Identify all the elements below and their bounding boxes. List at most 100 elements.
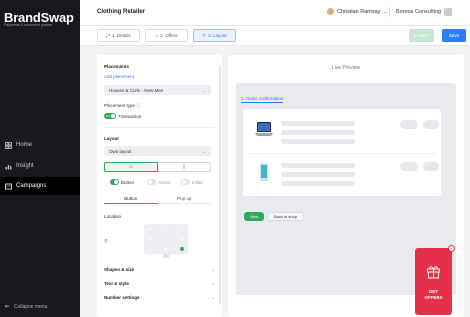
- location-point[interactable]: [149, 228, 151, 230]
- collapse-menu-button[interactable]: ⇤ Collapse menu: [5, 303, 48, 311]
- toggle-text: Pre: [106, 114, 111, 118]
- sidebar-item-label: Insight: [16, 163, 34, 169]
- sidebar-item-campaigns[interactable]: Campaigns: [0, 177, 80, 195]
- placement-type-toggle-row: Pre Transaction: [104, 113, 141, 119]
- get-offers-button[interactable]: × GET OFFERS: [415, 245, 455, 315]
- tab-popup[interactable]: Pop up: [157, 194, 211, 204]
- desktop-icon: ▭: [128, 164, 134, 170]
- location-point-selected[interactable]: [180, 247, 184, 251]
- product-detail-placeholder: [281, 130, 355, 135]
- inline-toggle[interactable]: [181, 179, 190, 185]
- top-bar: Clothing Retailer Christian Ramsay ⌄ Bor…: [80, 0, 470, 26]
- page-title: Clothing Retailer: [97, 9, 146, 15]
- org-icon[interactable]: [443, 8, 452, 16]
- start-button[interactable]: ▸ Start: [409, 29, 434, 42]
- sidebar: BrandSwap Payments & commerce partner Ho…: [0, 0, 80, 317]
- laptop-image: [253, 118, 275, 140]
- location-point[interactable]: [149, 238, 151, 240]
- button-toggle[interactable]: [110, 179, 119, 185]
- inline-toggle-row: Inline: [181, 179, 203, 185]
- sidebar-item-label: Campaigns: [16, 183, 47, 189]
- placement-select[interactable]: Hooves & Curls - New Men ⌄: [104, 85, 211, 95]
- text-style-title: Text & style: [104, 281, 129, 286]
- campaign-icon: [5, 183, 12, 190]
- user-name: Christian Ramsay: [337, 8, 381, 15]
- layout-select[interactable]: Own layout ⌄: [104, 146, 211, 156]
- chevron-down-icon: ⌄: [202, 87, 206, 93]
- live-preview-title: Live Preview: [331, 65, 361, 71]
- sidebar-item-home[interactable]: Home: [0, 136, 80, 154]
- tab-order-confirmation[interactable]: 1. Order confirmation: [241, 96, 284, 103]
- steps-bar: ⤢ 1. Details ⌂ 2. Offers ✎ 3. Layout ▸ S…: [80, 26, 470, 46]
- shapes-size-section[interactable]: Shapes & size ⌄: [104, 267, 215, 272]
- chevron-down-icon: ⌄: [211, 295, 215, 300]
- quantity-placeholder: [400, 120, 418, 129]
- divider: [389, 7, 390, 17]
- offer-icon: ⌂: [155, 33, 159, 38]
- text-style-section[interactable]: Text & style ⌄: [104, 281, 215, 286]
- back-to-shop-button[interactable]: Back to shop: [267, 212, 304, 221]
- placement-type-label: Placement type ⓘ: [104, 103, 141, 109]
- settings-panel: Placements Add placement Hooves & Curls …: [97, 55, 222, 317]
- panel-scrollbar[interactable]: [219, 65, 221, 305]
- product-detail-placeholder: [281, 172, 355, 177]
- mobile-view-button[interactable]: ▯: [158, 162, 211, 172]
- action-toggle[interactable]: [147, 179, 156, 185]
- chevron-down-icon: ⌄: [211, 281, 215, 286]
- collapse-menu-label: Collapse menu: [14, 303, 48, 310]
- style-tabs: Button Pop up: [104, 194, 211, 204]
- location-point[interactable]: [181, 228, 183, 230]
- placement-type-toggle[interactable]: Pre: [104, 113, 116, 119]
- mobile-icon: ▯: [182, 164, 186, 170]
- desktop-view-button[interactable]: ▭: [104, 162, 158, 172]
- product-title-placeholder: [281, 163, 355, 168]
- start-button-label: Start: [418, 33, 429, 38]
- user-menu[interactable]: Christian Ramsay ⌄: [327, 8, 388, 15]
- location-point[interactable]: [165, 248, 167, 250]
- get-offers-label: GET OFFERS: [415, 289, 452, 301]
- step-layout[interactable]: ✎ 3. Layout: [193, 29, 236, 42]
- info-icon: ⓘ: [136, 103, 141, 108]
- preview-frame: 1. Order confirmation Next Back to shop: [236, 83, 456, 315]
- pencil-icon: ✎: [202, 32, 207, 38]
- phone-image: [253, 161, 275, 183]
- location-point[interactable]: [181, 238, 183, 240]
- action-toggle-row: Action: [147, 179, 171, 185]
- price-placeholder: [423, 162, 439, 171]
- shapes-size-title: Shapes & size: [104, 267, 135, 272]
- avatar: [327, 8, 334, 15]
- step-label: 2. Offers: [160, 33, 178, 38]
- play-icon: ▸: [414, 32, 417, 38]
- action-toggle-label: Action: [158, 179, 171, 185]
- step-details[interactable]: ⤢ 1. Details: [97, 29, 140, 42]
- chevron-down-icon: ⌄: [202, 148, 206, 154]
- tab-button[interactable]: Button: [104, 194, 158, 204]
- button-toggle-label: Button: [121, 179, 135, 185]
- add-placement-link[interactable]: Add placement: [104, 74, 134, 79]
- layout-select-value: Own layout: [109, 148, 132, 154]
- product-title-placeholder: [281, 121, 355, 126]
- drag-handle-icon[interactable]: ⠿: [104, 239, 108, 245]
- close-icon[interactable]: ×: [448, 245, 455, 252]
- step-offers[interactable]: ⌂ 2. Offers: [145, 29, 188, 42]
- placement-type-value: Transaction: [118, 113, 142, 119]
- monitor-stand: [163, 254, 169, 258]
- location-picker[interactable]: [144, 224, 188, 254]
- save-button[interactable]: Save: [442, 29, 466, 42]
- placement-select-value: Hooves & Curls - New Men: [109, 87, 164, 93]
- placement-type-label-text: Placement type: [104, 103, 136, 108]
- home-icon: [5, 141, 12, 149]
- layout-title: Layout: [104, 136, 119, 141]
- location-point[interactable]: [165, 228, 167, 230]
- get-offers-label-line2: OFFERS: [424, 295, 443, 300]
- next-button[interactable]: Next: [244, 212, 264, 221]
- org-name: Boroos Consulting: [396, 9, 441, 15]
- divider: [104, 127, 215, 128]
- number-settings-section[interactable]: Number settings ⌄: [104, 295, 215, 300]
- collapse-icon: ⇤: [5, 304, 11, 310]
- gift-icon: [426, 264, 441, 284]
- location-point[interactable]: [149, 248, 151, 250]
- sidebar-item-insight[interactable]: Insight: [0, 157, 80, 175]
- org-switcher[interactable]: Boroos Consulting: [396, 8, 452, 16]
- divider: [249, 153, 435, 154]
